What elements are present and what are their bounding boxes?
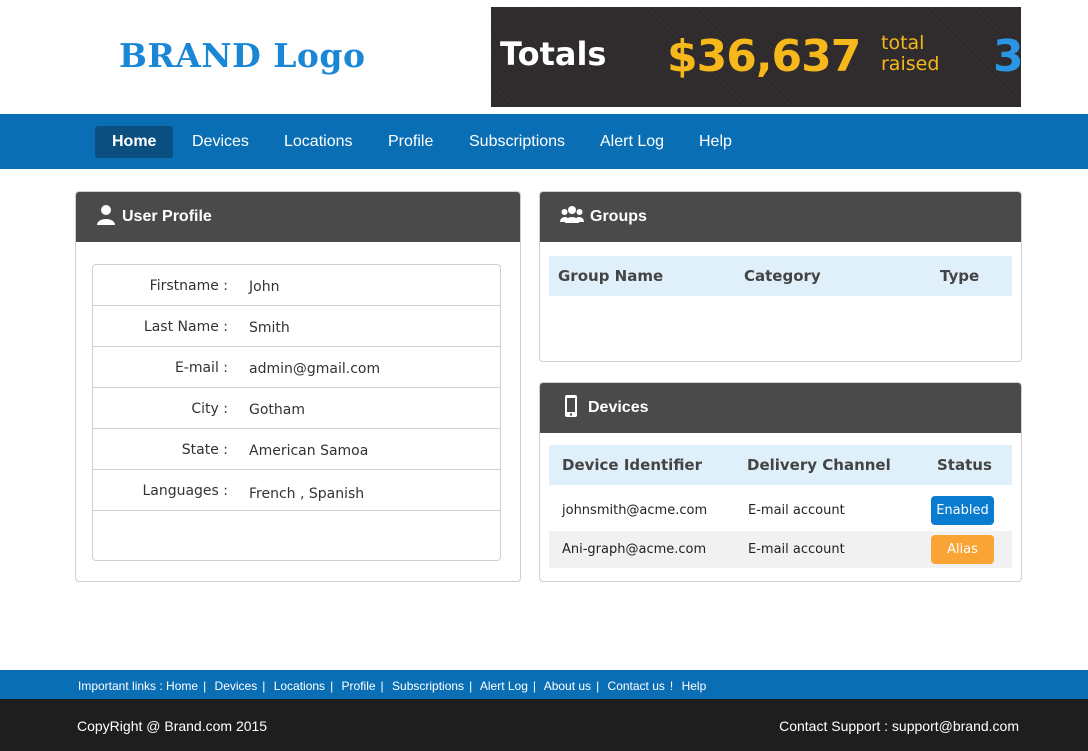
col-device-identifier[interactable]: Device Identifier bbox=[562, 456, 702, 474]
groups-panel: Groups Group Name Category Type bbox=[539, 191, 1022, 362]
copyright-text: CopyRight @ Brand.com 2015 bbox=[77, 718, 268, 734]
col-group-name[interactable]: Group Name bbox=[558, 267, 663, 285]
profile-row-email: E-mail : admin@gmail.com bbox=[93, 347, 500, 388]
status-badge-enabled[interactable]: Enabled bbox=[931, 496, 994, 525]
nav-alert-log[interactable]: Alert Log bbox=[583, 126, 681, 158]
users-group-icon bbox=[560, 205, 590, 230]
brand-logo[interactable]: BRAND Logo bbox=[119, 36, 366, 75]
profile-row-languages: Languages : French , Spanish bbox=[93, 470, 500, 511]
city-value: Gotham bbox=[249, 402, 305, 418]
devices-header: Devices bbox=[540, 383, 1021, 433]
city-label: City : bbox=[191, 401, 228, 417]
email-value: admin@gmail.com bbox=[249, 361, 381, 377]
col-category[interactable]: Category bbox=[744, 267, 821, 285]
footer-link-devices[interactable]: Devices bbox=[215, 679, 258, 693]
lastname-value: Smith bbox=[249, 320, 290, 336]
device-identifier: Ani-graph@acme.com bbox=[562, 542, 707, 557]
firstname-value: John bbox=[249, 279, 280, 295]
totals-banner: Totals $36,637 total raised 3 bbox=[491, 7, 1021, 107]
nav-help[interactable]: Help bbox=[682, 126, 749, 158]
banner-subtitle-line2: raised bbox=[881, 53, 940, 75]
firstname-label: Firstname : bbox=[149, 278, 228, 294]
profile-row-state: State : American Samoa bbox=[93, 429, 500, 470]
profile-row-lastname: Last Name : Smith bbox=[93, 306, 500, 347]
footer-link-about-us[interactable]: About us bbox=[544, 679, 591, 693]
user-profile-header: User Profile bbox=[76, 192, 520, 242]
profile-details: Firstname : John Last Name : Smith E-mai… bbox=[92, 264, 501, 561]
banner-subtitle-line1: total bbox=[881, 32, 925, 54]
languages-value: French , Spanish bbox=[249, 486, 365, 502]
lastname-label: Last Name : bbox=[143, 319, 228, 335]
device-identifier: johnsmith@acme.com bbox=[562, 503, 708, 518]
footer-link-profile[interactable]: Profile bbox=[342, 679, 376, 693]
nav-devices[interactable]: Devices bbox=[175, 126, 266, 158]
groups-title: Groups bbox=[590, 208, 647, 225]
status-badge-alias[interactable]: Alias bbox=[931, 535, 994, 564]
footer-link-contact-us[interactable]: Contact us bbox=[608, 679, 665, 693]
footer-link-help[interactable]: Help bbox=[682, 679, 707, 693]
user-profile-title: User Profile bbox=[122, 208, 212, 225]
groups-header: Groups bbox=[540, 192, 1021, 242]
user-profile-panel: User Profile Firstname : John Last Name … bbox=[75, 191, 521, 582]
footer-link-subscriptions[interactable]: Subscriptions bbox=[392, 679, 464, 693]
footer-bottom: CopyRight @ Brand.com 2015 Contact Suppo… bbox=[0, 699, 1088, 751]
profile-row-city: City : Gotham bbox=[93, 388, 500, 429]
mobile-phone-icon bbox=[560, 394, 588, 423]
footer-links: Important links : Home | Devices | Locatio… bbox=[78, 679, 707, 693]
footer-link-home[interactable]: Home bbox=[166, 679, 198, 693]
banner-title: Totals bbox=[500, 35, 607, 73]
nav-profile[interactable]: Profile bbox=[371, 126, 450, 158]
footer-link-alert-log[interactable]: Alert Log bbox=[480, 679, 528, 693]
footer-link-locations[interactable]: Locations bbox=[274, 679, 325, 693]
groups-table-header: Group Name Category Type bbox=[549, 256, 1012, 296]
footer-links-label: Important links : bbox=[78, 679, 163, 693]
email-label: E-mail : bbox=[174, 360, 228, 376]
devices-title: Devices bbox=[588, 399, 649, 416]
devices-panel: Devices Device Identifier Delivery Chann… bbox=[539, 382, 1022, 582]
table-row[interactable]: Ani-graph@acme.com E-mail account Alias bbox=[549, 531, 1012, 568]
banner-amount: $36,637 bbox=[667, 31, 861, 82]
devices-table-header: Device Identifier Delivery Channel Statu… bbox=[549, 445, 1012, 485]
table-row[interactable]: johnsmith@acme.com E-mail account Enable… bbox=[549, 492, 1012, 529]
languages-label: Languages : bbox=[142, 483, 228, 499]
delivery-channel: E-mail account bbox=[748, 542, 845, 557]
banner-next-figure: 3 bbox=[993, 31, 1021, 82]
delivery-channel: E-mail account bbox=[748, 503, 845, 518]
profile-row-firstname: Firstname : John bbox=[93, 265, 500, 306]
footer-links-bar: Important links : Home | Devices | Locatio… bbox=[0, 670, 1088, 699]
support-contact[interactable]: Contact Support : support@brand.com bbox=[779, 718, 1019, 734]
main-nav: Home Devices Locations Profile Subscript… bbox=[0, 114, 1088, 169]
nav-subscriptions[interactable]: Subscriptions bbox=[452, 126, 582, 158]
page-header: BRAND Logo Totals $36,637 total raised 3 bbox=[0, 0, 1088, 114]
nav-home[interactable]: Home bbox=[95, 126, 174, 158]
col-type[interactable]: Type bbox=[940, 267, 979, 285]
nav-locations[interactable]: Locations bbox=[267, 126, 370, 158]
state-label: State : bbox=[181, 442, 228, 458]
user-icon bbox=[96, 204, 122, 231]
banner-subtitle: total raised bbox=[881, 33, 939, 75]
col-status[interactable]: Status bbox=[937, 456, 992, 474]
state-value: American Samoa bbox=[249, 443, 369, 459]
col-delivery-channel[interactable]: Delivery Channel bbox=[747, 456, 891, 474]
